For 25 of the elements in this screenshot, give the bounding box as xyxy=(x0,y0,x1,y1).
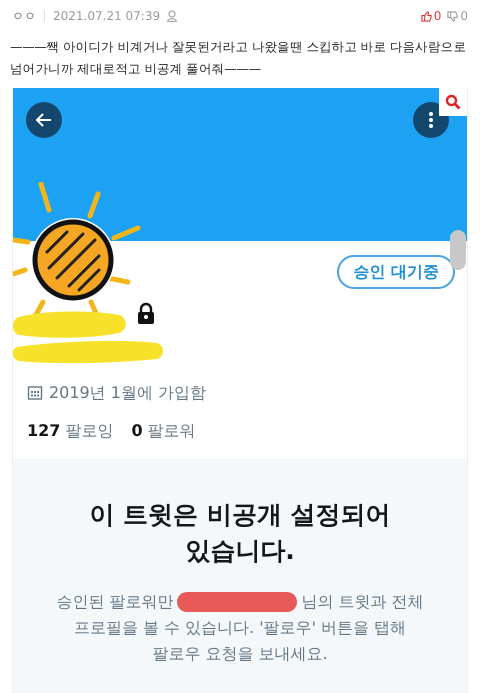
notice-text: 프로필을 볼 수 있습니다. '팔로우' 버튼을 탭해 xyxy=(74,617,406,639)
following-link[interactable]: 127 팔로잉 xyxy=(27,419,114,443)
notice-text: 팔로우 요청을 보내세요. xyxy=(152,643,328,665)
back-arrow-icon xyxy=(35,111,53,129)
more-icon xyxy=(429,112,433,128)
dislike-button[interactable]: 0 xyxy=(447,7,468,25)
search-icon xyxy=(445,94,461,110)
notice-text: 님의 트윗과 전체 xyxy=(301,591,424,613)
followers-link[interactable]: 0 팔로워 xyxy=(132,419,196,443)
like-button[interactable]: 0 xyxy=(420,7,442,25)
pending-approval-button[interactable]: 승인 대기중 xyxy=(337,255,455,289)
thumbs-down-icon xyxy=(447,10,458,22)
post-text: ———짹 아이디가 비계거나 잘못된거라고 나왔을땐 스킵하고 바로 다음사람으로 넘어가니까 제대로적고 비공계 풀어줘——— xyxy=(9,38,468,78)
scroll-handle[interactable] xyxy=(450,230,466,270)
back-button[interactable] xyxy=(26,102,62,138)
search-button[interactable] xyxy=(439,88,467,116)
author-name: ㅇㅇ xyxy=(12,8,36,25)
user-icon xyxy=(166,10,178,22)
lock-icon xyxy=(135,302,157,324)
join-date: 2019년 1월에 가입함 xyxy=(49,382,206,404)
post-date: 2021.07.21 07:39 xyxy=(53,8,160,25)
notice-text: 승인된 팔로워만 xyxy=(56,591,174,613)
private-notice-title: 이 트윗은 비공개 설정되어 있습니다. xyxy=(88,499,392,567)
thumbs-up-icon xyxy=(420,10,432,22)
calendar-icon xyxy=(27,385,43,401)
